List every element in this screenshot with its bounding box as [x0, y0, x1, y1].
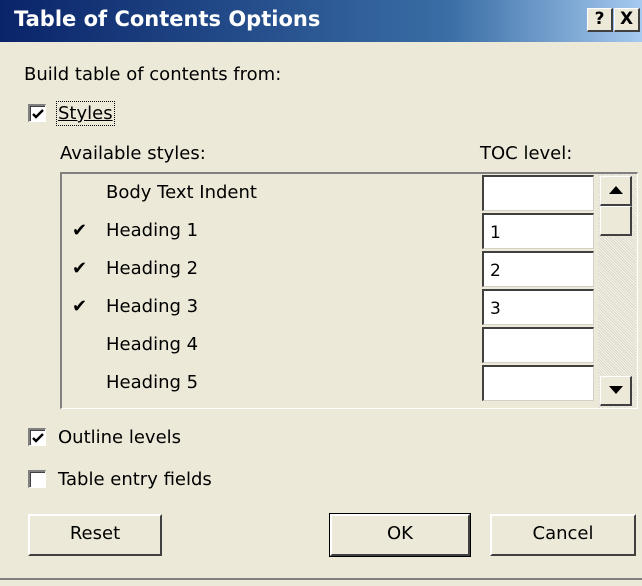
scroll-down-button[interactable] [600, 376, 632, 406]
down-arrow-icon [609, 386, 623, 394]
scroll-thumb[interactable] [600, 206, 632, 236]
vertical-scrollbar[interactable] [598, 174, 636, 408]
style-check-mark: ✔ [72, 220, 88, 241]
style-row[interactable]: ✔ Heading 3 3 [62, 288, 598, 326]
style-row[interactable]: Body Text Indent [62, 174, 598, 212]
style-name: Body Text Indent [106, 182, 257, 203]
bottom-divider [0, 578, 642, 580]
styles-checkbox[interactable] [28, 104, 46, 122]
available-styles-label: Available styles: [60, 143, 206, 164]
style-check-mark: ✔ [72, 296, 88, 317]
table-entry-fields-checkbox[interactable] [28, 470, 46, 488]
table-entry-fields-label[interactable]: Table entry fields [58, 469, 212, 490]
toc-level-label: TOC level: [480, 143, 573, 164]
styles-checkbox-label[interactable]: Styles [56, 101, 115, 126]
help-button[interactable]: ? [587, 8, 613, 32]
styles-list[interactable]: Body Text Indent ✔ Heading 1 1 ✔ Heading… [60, 172, 638, 409]
style-name: Heading 3 [106, 296, 199, 317]
style-name: Heading 2 [106, 258, 199, 279]
build-from-label: Build table of contents from: [24, 64, 282, 85]
check-icon [32, 109, 44, 119]
style-row[interactable]: ✔ Heading 1 1 [62, 212, 598, 250]
outline-levels-label[interactable]: Outline levels [58, 427, 181, 448]
toc-level-input[interactable]: 3 [482, 289, 594, 325]
toc-level-input[interactable]: 2 [482, 251, 594, 287]
outline-levels-checkbox[interactable] [28, 428, 46, 446]
style-row[interactable]: Heading 5 [62, 364, 598, 402]
style-row[interactable]: Heading 4 [62, 326, 598, 364]
title-bar[interactable]: Table of Contents Options ? X [0, 0, 642, 42]
style-name: Heading 1 [106, 220, 199, 241]
style-check-mark: ✔ [72, 258, 88, 279]
toc-level-input[interactable] [482, 327, 594, 363]
close-button[interactable]: X [614, 8, 640, 32]
style-name: Heading 5 [106, 372, 199, 393]
check-icon [32, 433, 44, 443]
up-arrow-icon [609, 186, 623, 194]
toc-level-input[interactable]: 1 [482, 213, 594, 249]
style-name: Heading 4 [106, 334, 199, 355]
style-row[interactable]: ✔ Heading 2 2 [62, 250, 598, 288]
reset-button[interactable]: Reset [28, 514, 162, 556]
ok-button[interactable]: OK [329, 513, 471, 557]
cancel-button[interactable]: Cancel [490, 514, 636, 556]
window-title: Table of Contents Options [14, 7, 321, 31]
toc-level-input[interactable] [482, 365, 594, 401]
toc-level-input[interactable] [482, 175, 594, 211]
scroll-up-button[interactable] [600, 176, 632, 206]
